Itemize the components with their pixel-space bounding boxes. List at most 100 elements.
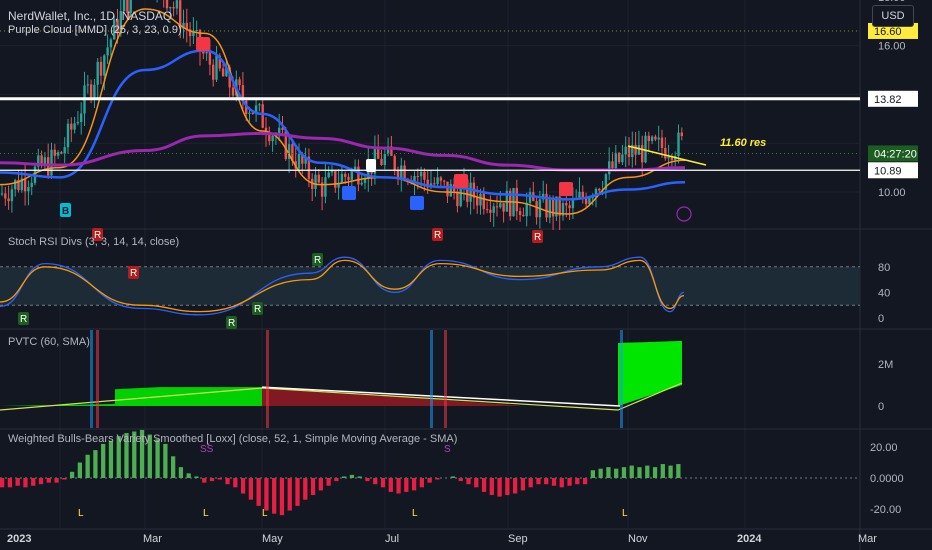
candle-body bbox=[350, 170, 353, 180]
candle-body bbox=[208, 52, 212, 65]
bb-bar-42 bbox=[326, 478, 331, 486]
bb-bar-62 bbox=[481, 478, 487, 492]
candle-body bbox=[10, 189, 14, 202]
candle-body bbox=[347, 176, 350, 180]
candle-body bbox=[485, 209, 489, 211]
time-tick-6: 2024 bbox=[737, 533, 762, 545]
candle-body bbox=[515, 188, 518, 212]
bb-bar-71 bbox=[551, 478, 557, 486]
pvtc-tick-1: 0 bbox=[878, 401, 884, 413]
candle-body bbox=[56, 152, 60, 156]
bb-bar-36 bbox=[279, 478, 285, 516]
bb-bar-53 bbox=[411, 478, 417, 491]
bb-bar-56 bbox=[435, 478, 440, 480]
candle-body bbox=[238, 79, 241, 86]
bb-bar-63 bbox=[489, 478, 494, 496]
bb-bar-58 bbox=[450, 476, 456, 478]
candle-body bbox=[588, 198, 591, 205]
bb-bar-50 bbox=[388, 478, 393, 492]
time-tick-0: 2023 bbox=[7, 533, 31, 545]
candle-body bbox=[317, 174, 320, 183]
bb-tick-2: -20.00 bbox=[870, 504, 901, 516]
candle-body bbox=[644, 135, 647, 163]
bb-bar-2 bbox=[15, 478, 20, 486]
bb-bar-24 bbox=[186, 473, 191, 478]
price-label-16-60: 16.60 bbox=[874, 26, 902, 38]
candle-body bbox=[423, 171, 426, 180]
candle-body bbox=[416, 175, 419, 177]
candle-body bbox=[551, 199, 555, 217]
candle-body bbox=[221, 68, 225, 77]
candle-body bbox=[482, 193, 485, 210]
candle-body bbox=[96, 61, 99, 85]
bb-bar-14 bbox=[108, 440, 114, 478]
candle-body bbox=[27, 187, 30, 192]
price-label-10-89: 10.89 bbox=[874, 165, 902, 177]
price-tick-0: 18.00 bbox=[878, 0, 906, 4]
candle-body bbox=[650, 136, 654, 142]
bb-marker-l-2: L bbox=[412, 508, 418, 519]
bb-bar-77 bbox=[598, 468, 603, 478]
bb-marker-l-4: L bbox=[262, 508, 268, 519]
candle-body bbox=[571, 199, 575, 209]
bulls-bears-title: Weighted Bulls-Bears Variety Smoothed [L… bbox=[8, 433, 458, 445]
trading-chart[interactable]: B 18.00 16.00 10.00 16.60 13.82 04:27:20 10.89 8… bbox=[0, 0, 932, 550]
candle-body bbox=[667, 156, 670, 159]
candle-body bbox=[680, 132, 683, 137]
bb-bar-60 bbox=[466, 478, 471, 485]
bb-bar-83 bbox=[645, 465, 650, 478]
bb-bar-5 bbox=[38, 478, 44, 485]
divergence-marker-3: R bbox=[228, 318, 235, 329]
bb-bar-87 bbox=[676, 464, 681, 478]
bb-bar-66 bbox=[513, 478, 518, 494]
price-label-countdown: 04:27:20 bbox=[874, 148, 917, 160]
bb-bar-73 bbox=[567, 478, 572, 486]
candle-body bbox=[419, 171, 423, 177]
bb-bar-34 bbox=[264, 478, 269, 511]
candle-body bbox=[4, 193, 7, 199]
candle-body bbox=[344, 173, 347, 177]
bb-bar-23 bbox=[178, 467, 184, 478]
signal-flag-down-1 bbox=[196, 37, 210, 51]
candle-body bbox=[495, 206, 499, 208]
white-flag-marker bbox=[366, 159, 376, 172]
candle-body bbox=[396, 170, 400, 178]
time-tick-1: Mar bbox=[143, 533, 162, 545]
bb-bar-40 bbox=[310, 478, 316, 496]
candle-body bbox=[7, 198, 10, 202]
candle-body bbox=[565, 203, 568, 206]
candle-body bbox=[73, 123, 76, 130]
bb-bar-21 bbox=[163, 443, 168, 478]
candle-body bbox=[568, 205, 571, 209]
candle-body bbox=[443, 180, 446, 182]
candle-body bbox=[324, 177, 327, 197]
candle-body bbox=[63, 147, 66, 154]
bb-bar-64 bbox=[497, 478, 502, 497]
bb-bar-22 bbox=[171, 456, 176, 478]
candle-body bbox=[627, 146, 631, 158]
divergence-marker-6: R bbox=[434, 230, 441, 241]
stoch-tick-0: 80 bbox=[878, 262, 890, 274]
currency-button[interactable]: USD bbox=[872, 5, 914, 27]
candle-body bbox=[608, 161, 611, 175]
candle-body bbox=[258, 104, 261, 106]
bb-bar-31 bbox=[240, 478, 246, 494]
bb-bar-47 bbox=[365, 478, 370, 482]
bb-bar-85 bbox=[660, 464, 665, 478]
candle-body bbox=[492, 206, 495, 213]
candle-body bbox=[340, 173, 344, 184]
bb-bar-6 bbox=[46, 478, 51, 483]
resistance-label: 11.60 res bbox=[720, 137, 767, 149]
candle-body bbox=[677, 132, 680, 157]
candle-body bbox=[297, 153, 301, 169]
candle-body bbox=[205, 52, 208, 54]
candle-body bbox=[66, 123, 70, 148]
divergence-marker-0: R bbox=[20, 314, 27, 325]
chart-title: NerdWallet, Inc., 1D, NASDAQ bbox=[8, 9, 173, 23]
bb-bar-78 bbox=[606, 467, 611, 478]
bb-bar-30 bbox=[233, 478, 238, 488]
bb-bar-84 bbox=[652, 467, 658, 478]
bb-tick-1: 0.0000 bbox=[870, 473, 904, 485]
bb-bar-4 bbox=[31, 478, 36, 486]
candle-body bbox=[248, 112, 251, 115]
